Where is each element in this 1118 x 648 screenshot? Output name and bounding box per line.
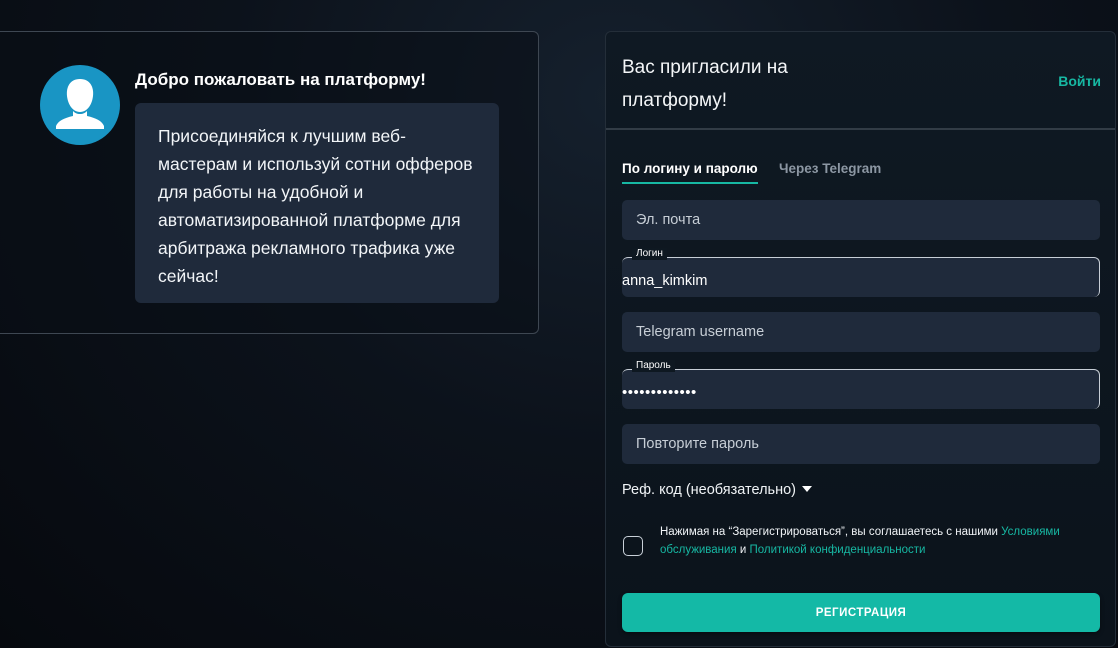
welcome-card: Добро пожаловать на платформу! Присоедин… bbox=[0, 31, 539, 334]
repeat-password-field[interactable] bbox=[622, 424, 1100, 464]
page-title: Вас пригласили на платформу! bbox=[622, 57, 788, 111]
terms-checkbox[interactable] bbox=[623, 536, 643, 556]
telegram-field-wrapper bbox=[622, 312, 1100, 352]
repeat-password-field-wrapper bbox=[622, 424, 1100, 464]
terms-text: Нажимая на “Зарегистрироваться”, вы согл… bbox=[660, 523, 1090, 559]
welcome-message: Присоединяйся к лучшим веб-мастерам и ис… bbox=[135, 103, 499, 303]
register-button[interactable]: РЕГИСТРАЦИЯ bbox=[622, 593, 1100, 632]
card-header: Вас пригласили на платформу! Войти bbox=[606, 32, 1115, 130]
password-field[interactable] bbox=[622, 370, 1099, 409]
avatar bbox=[40, 65, 120, 145]
login-field[interactable] bbox=[622, 258, 1099, 297]
email-field[interactable] bbox=[622, 200, 1100, 240]
chevron-down-icon bbox=[802, 486, 812, 492]
ref-code-label: Реф. код (необязательно) bbox=[622, 482, 796, 498]
tab-telegram[interactable]: Через Telegram bbox=[779, 161, 881, 182]
login-link[interactable]: Войти bbox=[1058, 73, 1101, 89]
email-field-wrapper bbox=[622, 200, 1100, 240]
login-field-label: Логин bbox=[632, 248, 667, 260]
tab-login-password[interactable]: По логину и паролю bbox=[622, 161, 758, 184]
telegram-username-field[interactable] bbox=[622, 312, 1100, 352]
login-field-wrapper: Логин bbox=[622, 248, 1100, 297]
ref-code-toggle[interactable]: Реф. код (необязательно) bbox=[622, 482, 812, 498]
password-field-wrapper: Пароль bbox=[622, 360, 1100, 409]
registration-card: Вас пригласили на платформу! Войти По ло… bbox=[605, 31, 1116, 647]
password-field-label: Пароль bbox=[632, 360, 675, 372]
terms-conjunction: и bbox=[736, 544, 750, 556]
user-silhouette-icon bbox=[56, 79, 104, 129]
welcome-title: Добро пожаловать на платформу! bbox=[135, 70, 426, 89]
terms-prefix: Нажимая на “Зарегистрироваться”, вы согл… bbox=[660, 526, 1002, 538]
privacy-policy-link[interactable]: Политикой конфиденциальности bbox=[750, 544, 926, 556]
